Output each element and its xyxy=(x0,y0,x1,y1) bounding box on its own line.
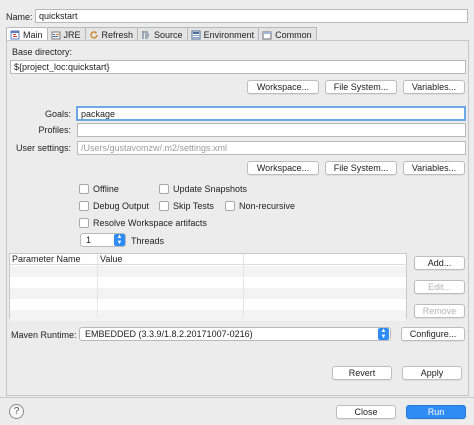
name-input[interactable] xyxy=(35,9,468,23)
settings-file-system-button[interactable]: File System... xyxy=(325,161,397,175)
profiles-input[interactable] xyxy=(77,123,466,137)
maven-main-icon xyxy=(10,30,20,40)
settings-workspace-button[interactable]: Workspace... xyxy=(247,161,319,175)
tab-common[interactable]: Common xyxy=(259,27,317,41)
column-divider xyxy=(243,254,244,318)
configure-button[interactable]: Configure... xyxy=(401,327,465,341)
table-row xyxy=(10,288,406,299)
apply-button[interactable]: Apply xyxy=(402,366,462,380)
tab-refresh-label: Refresh xyxy=(101,29,134,40)
tab-environment[interactable]: Environment xyxy=(187,27,260,41)
tab-main[interactable]: Main xyxy=(6,27,48,41)
maven-runtime-select[interactable]: EMBEDDED (3.3.9/1.8.2.20171007-0216) xyxy=(79,327,391,341)
update-snapshots-label: Update Snapshots xyxy=(173,184,248,194)
threads-value: 1 xyxy=(86,235,92,245)
tab-bar: Main JRE Refresh Source Environment Comm… xyxy=(6,27,317,41)
debug-output-label: Debug Output xyxy=(93,201,150,211)
parameters-table[interactable]: Parameter Name Value xyxy=(9,253,408,321)
threads-stepper-icon[interactable]: ▲ ▼ xyxy=(114,234,125,246)
skip-tests-label: Skip Tests xyxy=(173,201,214,211)
skip-tests-checkbox[interactable] xyxy=(159,201,169,211)
close-button[interactable]: Close xyxy=(336,405,396,419)
profiles-label: Profiles: xyxy=(38,125,71,135)
add-parameter-button[interactable]: Add... xyxy=(414,256,465,270)
offline-label: Offline xyxy=(93,184,119,194)
table-row xyxy=(10,299,406,310)
maven-runtime-label: Maven Runtime: xyxy=(11,330,77,340)
table-row xyxy=(10,310,406,321)
run-button[interactable]: Run xyxy=(406,405,466,419)
tab-source-label: Source xyxy=(154,29,183,40)
base-workspace-button[interactable]: Workspace... xyxy=(247,80,319,94)
user-settings-input[interactable] xyxy=(77,141,466,155)
revert-button[interactable]: Revert xyxy=(332,366,392,380)
refresh-icon xyxy=(89,30,99,40)
table-row xyxy=(10,266,406,277)
user-settings-label: User settings: xyxy=(15,143,71,153)
param-value-header[interactable]: Value xyxy=(98,254,408,265)
edit-parameter-button[interactable]: Edit... xyxy=(414,280,465,294)
non-recursive-label: Non-recursive xyxy=(239,201,296,211)
base-variables-button[interactable]: Variables... xyxy=(403,80,465,94)
runtime-dropdown-icon[interactable]: ▲ ▼ xyxy=(378,328,389,340)
help-icon[interactable]: ? xyxy=(9,404,24,419)
tab-main-label: Main xyxy=(23,29,43,40)
base-file-system-button[interactable]: File System... xyxy=(325,80,397,94)
goals-input[interactable] xyxy=(76,106,466,121)
resolve-workspace-label: Resolve Workspace artifacts xyxy=(93,218,207,228)
threads-label: Threads xyxy=(131,236,165,246)
footer-divider xyxy=(0,397,474,398)
non-recursive-checkbox[interactable] xyxy=(225,201,235,211)
settings-variables-button[interactable]: Variables... xyxy=(403,161,465,175)
tab-common-label: Common xyxy=(275,29,312,40)
table-row xyxy=(10,277,406,288)
param-name-header[interactable]: Parameter Name xyxy=(10,254,98,265)
update-snapshots-checkbox[interactable] xyxy=(159,184,169,194)
remove-parameter-button[interactable]: Remove xyxy=(414,304,465,318)
tab-jre-label: JRE xyxy=(63,29,81,40)
common-icon xyxy=(262,30,272,40)
column-divider xyxy=(97,254,98,318)
tab-refresh[interactable]: Refresh xyxy=(85,27,139,41)
jre-icon xyxy=(51,30,61,40)
base-directory-label: Base directory: xyxy=(12,47,73,57)
offline-checkbox[interactable] xyxy=(79,184,89,194)
maven-runtime-value: EMBEDDED (3.3.9/1.8.2.20171007-0216) xyxy=(85,329,253,339)
tab-source[interactable]: Source xyxy=(138,27,188,41)
goals-label: Goals: xyxy=(44,109,71,119)
tab-jre[interactable]: JRE xyxy=(47,27,86,41)
main-tab-panel xyxy=(6,40,469,396)
base-directory-input[interactable] xyxy=(10,60,466,74)
tab-environment-label: Environment xyxy=(203,29,255,40)
resolve-workspace-checkbox[interactable] xyxy=(79,218,89,228)
debug-output-checkbox[interactable] xyxy=(79,201,89,211)
name-label: Name: xyxy=(6,12,33,22)
environment-icon xyxy=(191,30,201,40)
source-icon xyxy=(141,30,151,40)
